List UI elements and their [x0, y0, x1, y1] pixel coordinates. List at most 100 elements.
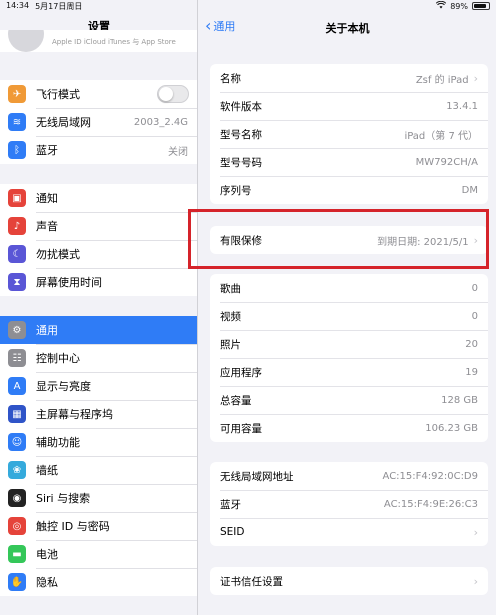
row-label: 型号名称 — [220, 128, 262, 141]
sidebar-item[interactable]: ☺ 辅助功能 — [0, 428, 197, 456]
sidebar-item-label: 飞行模式 — [36, 88, 80, 101]
row-value: AC:15:F4:9E:26:C3 — [383, 498, 478, 510]
sidebar-item[interactable]: ◎ 触控 ID 与密码 — [0, 512, 197, 540]
sidebar-item[interactable]: ✋ 隐私 — [0, 568, 197, 596]
network-row: 蓝牙 AC:15:F4:9E:26:C3 — [210, 490, 488, 518]
row-label: 总容量 — [220, 394, 252, 407]
warranty-value: 到期日期: 2021/5/1 — [377, 236, 469, 248]
bluetooth-icon: ᛒ — [8, 141, 26, 159]
wifi-icon: ≋ — [8, 113, 26, 131]
sidebar-item-label: 辅助功能 — [36, 436, 80, 449]
sidebar-item-label: 通用 — [36, 324, 58, 337]
row-value: AC:15:F4:92:0C:D9 — [382, 470, 478, 482]
info-row[interactable]: 名称 Zsf 的 iPad › — [210, 64, 488, 92]
warranty-card: 有限保修 到期日期: 2021/5/1 › — [210, 226, 488, 254]
row-value: 0 — [471, 282, 478, 294]
sidebar-item[interactable]: ◉ Siri 与搜索 — [0, 484, 197, 512]
battery-status-icon — [472, 2, 490, 10]
battery-icon: ▬ — [8, 545, 26, 563]
storage-stats-card: 歌曲 0 视频 0 照片 20 应用程序 19 总容量 128 GB 可用容量 106.23 GB — [210, 274, 488, 442]
navigation-bar: ‹ 通用 关于本机 — [199, 14, 496, 40]
status-date: 5月17日周日 — [35, 1, 83, 11]
row-value: 128 GB — [441, 394, 478, 406]
certificate-trust-row[interactable]: 证书信任设置 › — [210, 567, 488, 595]
apple-id-profile[interactable]: Apple ID iCloud iTunes 与 App Store — [0, 30, 197, 52]
device-info-card: 名称 Zsf 的 iPad › 软件版本 13.4.1 型号名称 iPad（第 7 代） 型号… — [210, 64, 488, 204]
sidebar-item-label: 通知 — [36, 192, 58, 205]
avatar — [8, 30, 44, 52]
stat-row: 歌曲 0 — [210, 274, 488, 302]
sidebar-item[interactable]: ▬ 电池 — [0, 540, 197, 568]
accessibility-icon: ☺ — [8, 433, 26, 451]
sidebar-item-label: 显示与亮度 — [36, 380, 91, 393]
chevron-right-icon: › — [473, 574, 478, 588]
page-title: 关于本机 — [325, 22, 370, 35]
row-label: 歌曲 — [220, 282, 241, 295]
status-time: 14:34 — [6, 0, 30, 10]
row-value: iPad（第 7 代） — [404, 130, 478, 142]
sidebar-item-label: 蓝牙 — [36, 144, 58, 157]
warranty-label: 有限保修 — [220, 234, 262, 247]
sidebar-group-notifications: ▣ 通知 ♪ 声音 ☾ 勿扰模式 ⧗ 屏幕使用时间 — [0, 184, 197, 296]
info-row: 软件版本 13.4.1 — [210, 92, 488, 120]
network-info-card: 无线局域网地址 AC:15:F4:92:0C:D9 蓝牙 AC:15:F4:9E:26… — [210, 462, 488, 546]
sidebar-item-label: 控制中心 — [36, 352, 80, 365]
row-label: 照片 — [220, 338, 241, 351]
sidebar-item-label: 勿扰模式 — [36, 248, 80, 261]
wifi-status-icon — [436, 0, 447, 11]
row-value: 19 — [465, 366, 478, 378]
info-row: 型号名称 iPad（第 7 代） — [210, 120, 488, 148]
certificate-trust-label: 证书信任设置 — [220, 575, 283, 588]
settings-sidebar: 设置 Apple ID iCloud iTunes 与 App Store ✈ 飞… — [0, 0, 198, 615]
status-bar: 14:34 5月17日周日 89% — [0, 0, 496, 12]
row-label: SEID — [220, 526, 245, 538]
sidebar-item[interactable]: ▣ 通知 — [0, 184, 197, 212]
row-label: 可用容量 — [220, 422, 262, 435]
row-value: 13.4.1 — [446, 100, 478, 112]
sidebar-item[interactable]: ≋ 无线局域网 2003_2.4G — [0, 108, 197, 136]
sound-icon: ♪ — [8, 217, 26, 235]
sidebar-item[interactable]: ☾ 勿扰模式 — [0, 240, 197, 268]
chevron-right-icon: › — [473, 525, 478, 539]
row-label: 蓝牙 — [220, 498, 241, 511]
notifications-icon: ▣ — [8, 189, 26, 207]
airplane-icon: ✈ — [8, 85, 26, 103]
sidebar-item-label: 电池 — [36, 548, 58, 561]
stat-row: 照片 20 — [210, 330, 488, 358]
stat-row: 总容量 128 GB — [210, 386, 488, 414]
sidebar-item-value: 2003_2.4G — [133, 116, 188, 128]
row-value: MW792CH/A — [415, 156, 478, 168]
row-value: Zsf 的 iPad — [415, 74, 469, 86]
stat-row: 视频 0 — [210, 302, 488, 330]
sidebar-item-label: 墙纸 — [36, 464, 58, 477]
sidebar-item-label: 主屏幕与程序坞 — [36, 408, 113, 421]
sidebar-item[interactable]: ⧗ 屏幕使用时间 — [0, 268, 197, 296]
row-label: 无线局域网地址 — [220, 470, 294, 483]
sidebar-item[interactable]: ▦ 主屏幕与程序坞 — [0, 400, 197, 428]
sidebar-item[interactable]: A 显示与亮度 — [0, 372, 197, 400]
sidebar-item[interactable]: ✈ 飞行模式 — [0, 80, 197, 108]
airplane-mode-toggle[interactable] — [157, 85, 189, 103]
sidebar-item[interactable]: ⚙ 通用 — [0, 316, 197, 344]
battery-percent: 89% — [450, 1, 468, 11]
info-row: 型号号码 MW792CH/A — [210, 148, 488, 176]
warranty-row[interactable]: 有限保修 到期日期: 2021/5/1 › — [210, 226, 488, 254]
row-label: 应用程序 — [220, 366, 262, 379]
chevron-right-icon: › — [473, 71, 478, 85]
profile-subtitle: Apple ID iCloud iTunes 与 App Store — [52, 38, 176, 46]
sidebar-group-general: ⚙ 通用 ☷ 控制中心 A 显示与亮度 ▦ 主屏幕与程序坞 ☺ 辅助功能 ❀ 墙纸 ◉ Siri 与搜索 ◎… — [0, 316, 197, 596]
row-label: 视频 — [220, 310, 241, 323]
sidebar-item[interactable]: ☷ 控制中心 — [0, 344, 197, 372]
row-label: 型号号码 — [220, 156, 262, 169]
control-center-icon: ☷ — [8, 349, 26, 367]
sidebar-item-label: 屏幕使用时间 — [36, 276, 102, 289]
row-label: 序列号 — [220, 184, 252, 197]
stat-row: 可用容量 106.23 GB — [210, 414, 488, 442]
network-row[interactable]: SEID › — [210, 518, 488, 546]
sidebar-item[interactable]: ᛒ 蓝牙 关闭 — [0, 136, 197, 164]
sidebar-item[interactable]: ♪ 声音 — [0, 212, 197, 240]
certificate-card: 证书信任设置 › — [210, 567, 488, 595]
row-value: DM — [461, 184, 478, 196]
wallpaper-icon: ❀ — [8, 461, 26, 479]
sidebar-item[interactable]: ❀ 墙纸 — [0, 456, 197, 484]
